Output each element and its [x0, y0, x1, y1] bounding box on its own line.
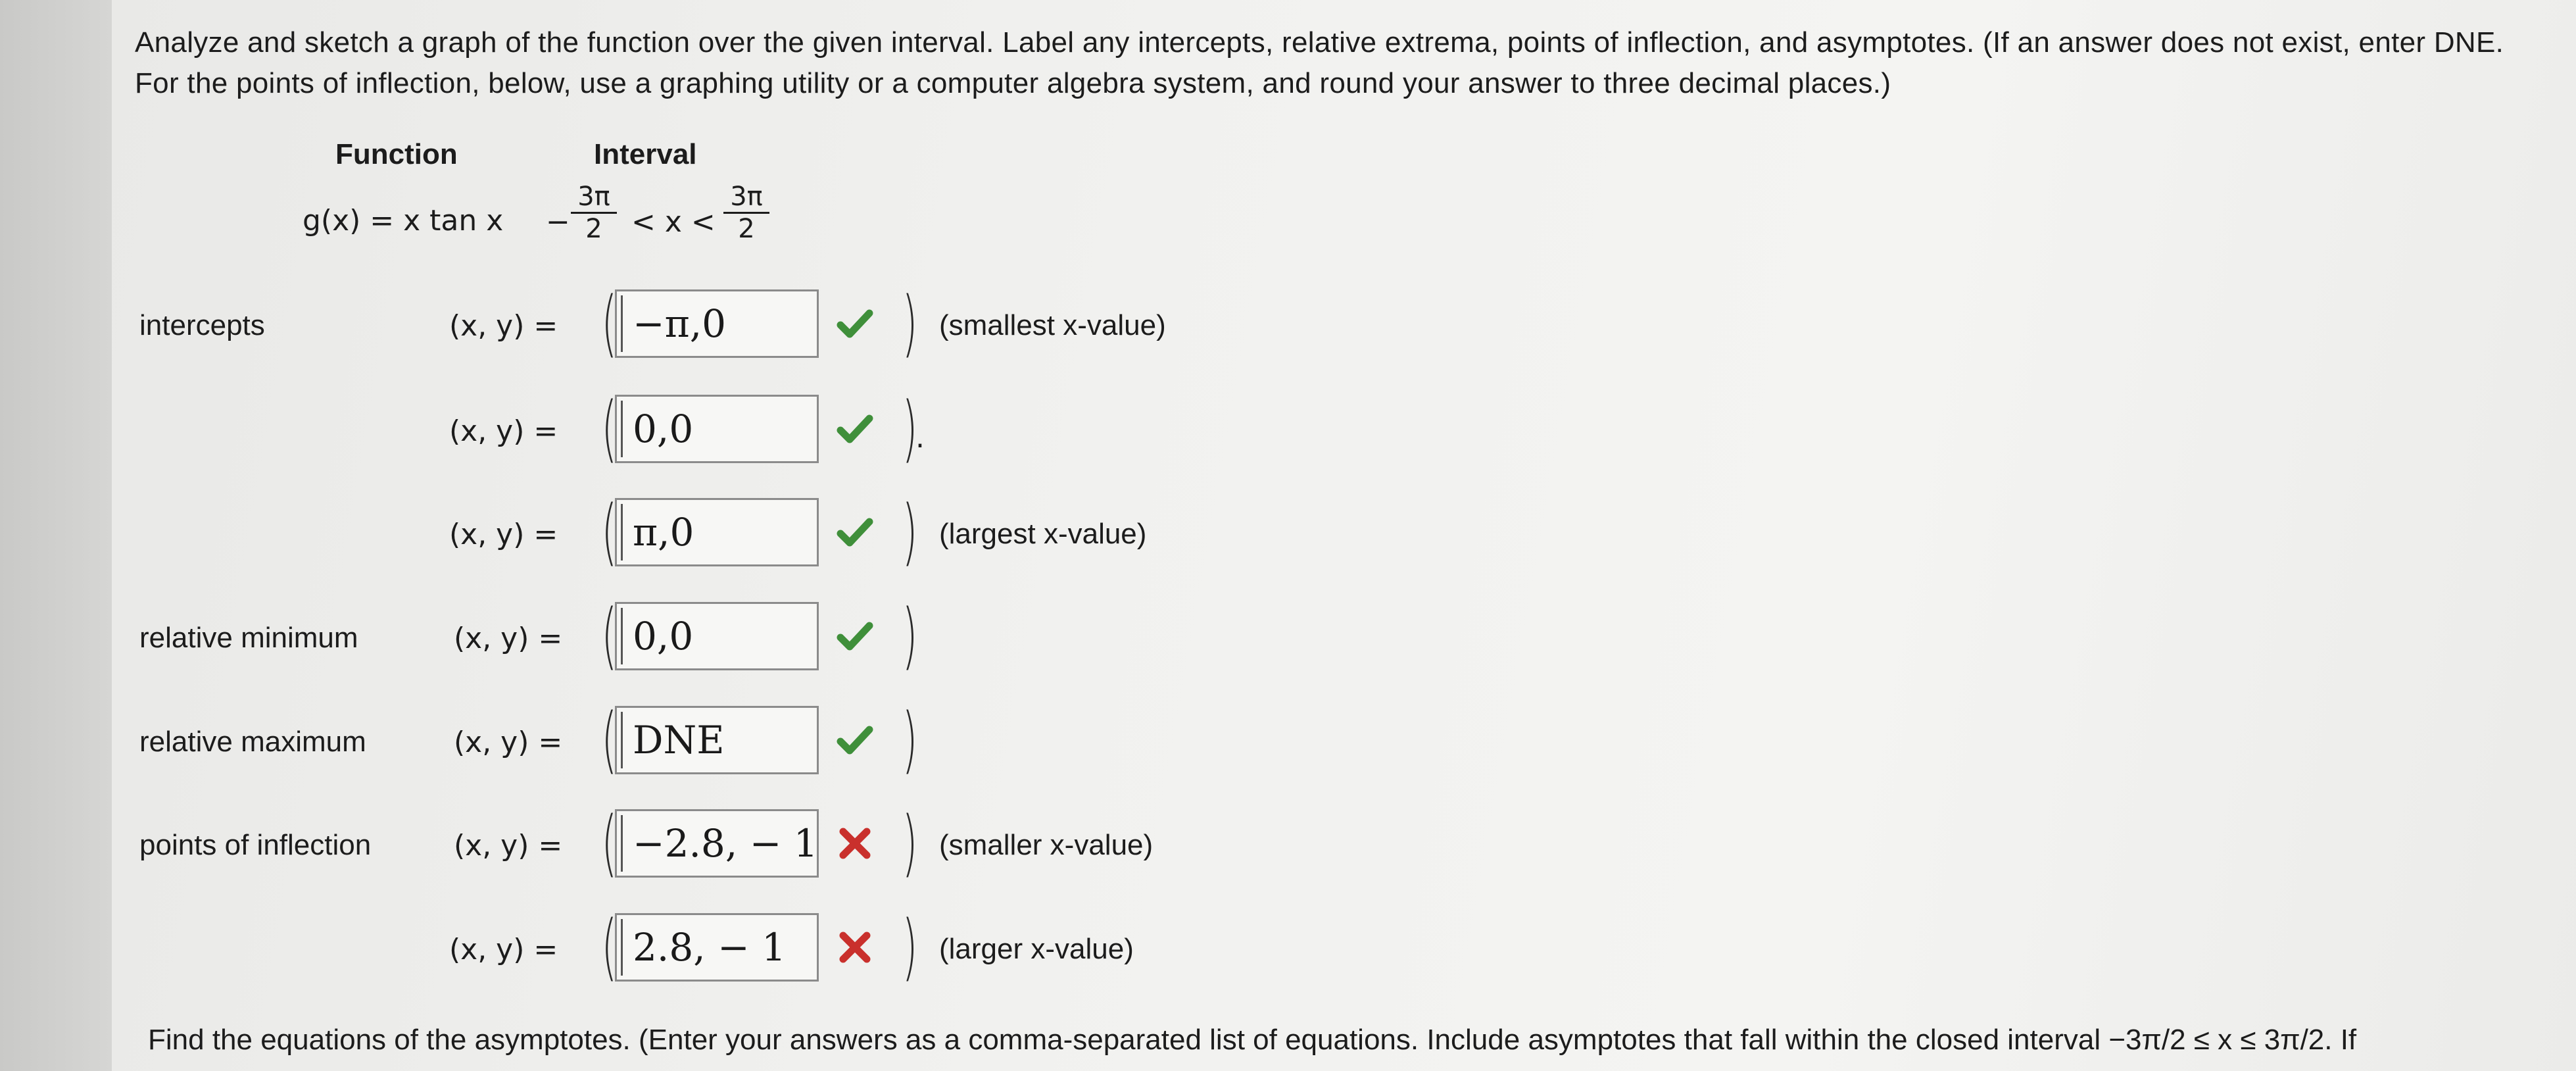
close-paren: ) — [902, 281, 918, 365]
asymptotes-instructions: Find the equations of the asymptotes. (E… — [148, 1024, 2357, 1056]
correct-check-icon — [835, 720, 875, 760]
row-trailing-period: . — [915, 421, 925, 455]
function-expression: g(x) = x tan x — [303, 204, 504, 237]
answer-input[interactable]: π,0 — [615, 498, 819, 566]
correct-check-icon — [835, 616, 875, 656]
xy-label: (x, y) = — [454, 726, 563, 759]
header-function: Function — [335, 138, 458, 170]
row-note: (largest x-value) — [939, 518, 1147, 550]
question-instructions: Analyze and sketch a graph of the functi… — [135, 26, 2504, 99]
xy-label: (x, y) = — [449, 414, 558, 448]
row-label: intercepts — [139, 309, 265, 341]
incorrect-x-icon — [835, 824, 875, 863]
answer-input[interactable]: 2.8, − 1 — [615, 913, 819, 982]
header-interval: Interval — [594, 138, 697, 170]
incorrect-x-icon — [835, 928, 875, 967]
xy-label: (x, y) = — [449, 933, 558, 966]
row-note: (smallest x-value) — [939, 309, 1166, 341]
correct-check-icon — [835, 304, 875, 343]
answer-input[interactable]: 0,0 — [615, 602, 819, 670]
correct-check-icon — [835, 512, 875, 552]
xy-label: (x, y) = — [449, 309, 558, 343]
correct-check-icon — [835, 409, 875, 449]
close-paren: ) — [902, 593, 918, 678]
row-label: relative maximum — [139, 726, 366, 758]
answer-input[interactable]: −2.8, − 1 — [615, 809, 819, 878]
xy-label: (x, y) = — [449, 518, 558, 551]
answer-input[interactable]: DNE — [615, 706, 819, 774]
row-note: (larger x-value) — [939, 933, 1134, 965]
close-paren: ) — [902, 697, 918, 782]
interval-fraction-right: 3π 2 — [723, 182, 769, 244]
row-label: points of inflection — [139, 829, 372, 861]
row-label: relative minimum — [139, 622, 358, 654]
row-note: (smaller x-value) — [939, 829, 1154, 861]
xy-label: (x, y) = — [454, 622, 563, 655]
close-paren: ) — [902, 905, 918, 989]
answer-input[interactable]: −π,0 — [615, 289, 819, 358]
xy-label: (x, y) = — [454, 829, 563, 862]
close-paren: ) — [902, 489, 918, 574]
screen-edge — [0, 0, 112, 1071]
close-paren: ) — [902, 801, 918, 885]
interval-fraction-left: 3π 2 — [571, 182, 617, 244]
answer-input[interactable]: 0,0 — [615, 395, 819, 463]
